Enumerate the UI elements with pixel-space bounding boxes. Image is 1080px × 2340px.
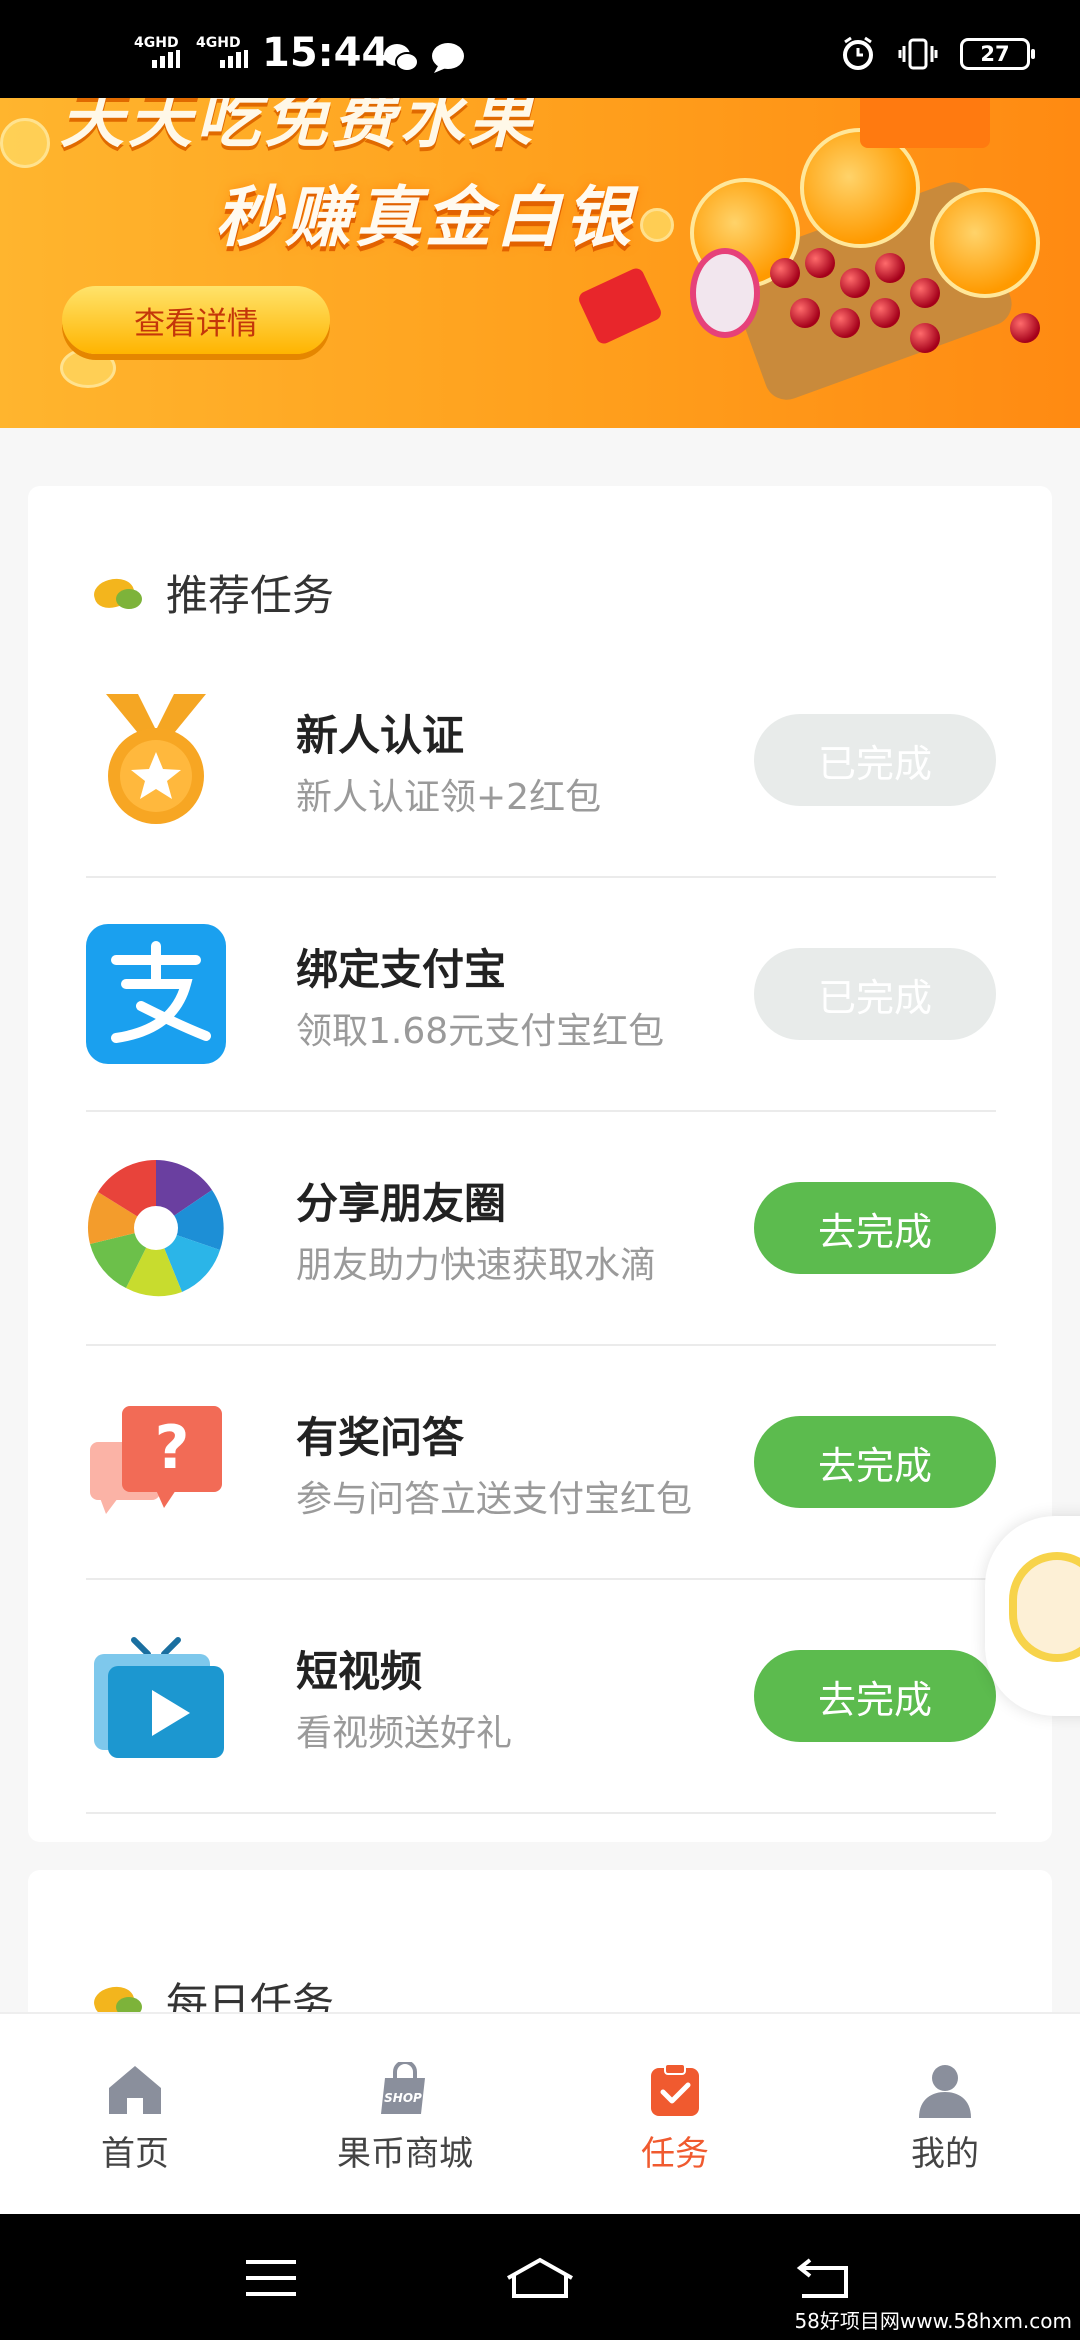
orange-image [930,188,1040,298]
task-title: 绑定支付宝 [296,945,507,994]
banner-slogan: 秒赚真金白银 [215,179,635,256]
tab-tasks[interactable]: 任务 [540,2014,810,2214]
home-nav-icon[interactable] [504,2256,576,2300]
tab-shop[interactable]: SHOP 果币商城 [270,2014,540,2214]
home-icon [109,2066,161,2114]
status-right: 27 [840,36,1035,72]
task-go-button[interactable]: 去完成 [754,1416,996,1508]
task-description: 看视频送好礼 [296,1713,513,1754]
cherry-image [1010,313,1040,343]
signal-bars-icon [152,50,180,68]
banner-headline: 天天吃免费水果 [60,98,536,157]
task-title: 短视频 [296,1647,423,1696]
bottom-navigation: 首页 SHOP 果币商城 任务 我的 [0,2012,1080,2214]
task-go-button[interactable]: 去完成 [754,1182,996,1274]
coin-decoration [60,348,116,388]
recommended-tasks-card: 推荐任务 新人认证 新人认证领+2红包 已完成 绑定支付宝 领取1.68元支付宝… [28,486,1052,1842]
cherry-image [910,323,940,353]
task-title: 分享朋友圈 [296,1179,507,1228]
red-packet-image [576,265,664,347]
system-navigation-bar: 58好项目网www.58hxm.com [0,2214,1080,2340]
svg-text:?: ? [155,1413,190,1483]
moments-icon [87,1159,224,1297]
mango-icon [90,571,146,615]
tab-label: 任务 [641,2134,709,2174]
task-row: 新人认证 新人认证领+2红包 已完成 [86,644,996,878]
message-icon [432,43,464,73]
wechat-icon [384,44,419,72]
floating-assistant-button[interactable] [985,1516,1080,1716]
medal-icon [106,694,206,824]
cherry-image [875,253,905,283]
tab-home[interactable]: 首页 [0,2014,270,2214]
task-row: ? 有奖问答 参与问答立送支付宝红包 去完成 [86,1346,996,1580]
vibrate-icon [898,38,938,70]
cherry-image [840,268,870,298]
section-title: 推荐任务 [166,571,335,620]
cherry-image [790,298,820,328]
alarm-icon [843,36,873,70]
cherry-image [870,298,900,328]
tab-label: 我的 [911,2134,979,2174]
signal-bars-icon [220,50,248,68]
tab-label: 首页 [101,2134,169,2174]
signal-4g-2: 4GHD [196,36,252,72]
back-icon[interactable] [796,2256,852,2300]
shop-bag-icon: SHOP [381,2062,425,2114]
task-title: 有奖问答 [296,1413,465,1462]
promo-banner[interactable]: 天天吃免费水果 秒赚真金白银 查看详情 [0,98,1080,428]
section-header: 推荐任务 [90,562,334,623]
shop-icon-text: SHOP [384,2091,422,2105]
cherry-image [805,248,835,278]
signal-4g-1: 4GHD [134,36,180,72]
alipay-icon [86,924,226,1064]
cherry-image [830,308,860,338]
cherry-image [770,258,800,288]
coin-decoration [0,118,50,168]
coin-decoration [640,208,674,242]
task-description: 参与问答立送支付宝红包 [296,1479,693,1520]
user-icon [919,2065,971,2118]
task-completed-button[interactable]: 已完成 [754,948,996,1040]
task-row: 绑定支付宝 领取1.68元支付宝红包 已完成 [86,878,996,1112]
view-details-button[interactable]: 查看详情 [62,286,330,354]
task-clipboard-icon [651,2063,699,2116]
tv-play-icon [94,1637,224,1758]
menu-icon[interactable] [244,2258,298,2298]
task-row: 短视频 看视频送好礼 去完成 [86,1580,996,1814]
watermark: 58好项目网www.58hxm.com [794,2309,1072,2333]
cherry-image [910,278,940,308]
task-completed-button[interactable]: 已完成 [754,714,996,806]
task-description: 领取1.68元支付宝红包 [296,1011,665,1052]
task-title: 新人认证 [296,711,465,760]
clock: 15:44 [262,30,390,76]
battery-indicator: 27 [960,38,1035,70]
task-row: 分享朋友圈 朋友助力快速获取水滴 去完成 [86,1112,996,1346]
task-description: 朋友助力快速获取水滴 [296,1245,657,1286]
box-image [860,98,990,148]
status-bar: 4GHD 4GHD 15:44 27 [0,0,1080,98]
question-chat-icon: ? [90,1406,222,1514]
task-go-button[interactable]: 去完成 [754,1650,996,1742]
tab-mine[interactable]: 我的 [810,2014,1080,2214]
dragonfruit-image [690,248,760,338]
tab-label: 果币商城 [337,2134,473,2174]
assistant-avatar [1009,1552,1080,1662]
task-description: 新人认证领+2红包 [296,777,602,818]
